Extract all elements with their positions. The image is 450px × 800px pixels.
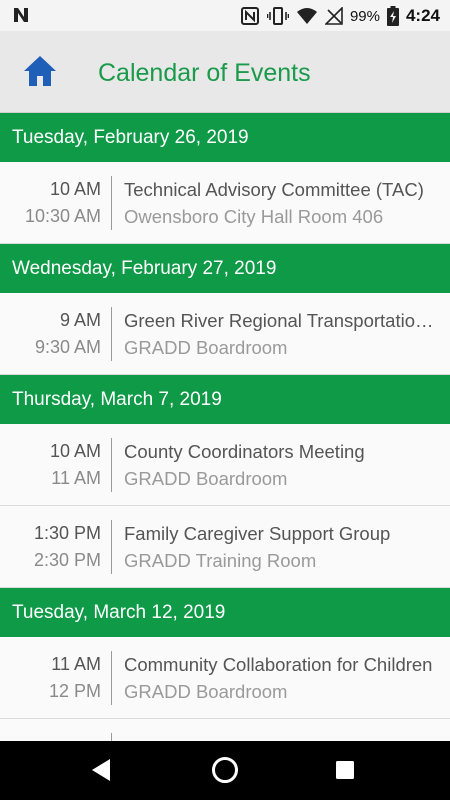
events-list[interactable]: Tuesday, February 26, 2019 10 AM 10:30 A… <box>0 113 450 741</box>
event-end-time: 9:30 AM <box>34 337 101 357</box>
event-location: GRADD Boardroom <box>124 337 288 358</box>
date-header: Wednesday, February 27, 2019 <box>0 244 450 293</box>
event-divider <box>111 307 112 361</box>
app-bar: Calendar of Events <box>0 31 450 113</box>
status-time: 4:24 <box>405 6 440 25</box>
n-logo-icon <box>14 8 28 22</box>
battery-percent: 99% <box>349 7 380 25</box>
no-signal-icon <box>324 7 343 25</box>
recents-button[interactable] <box>330 755 360 785</box>
event-end-time: 12 PM <box>48 681 101 701</box>
event-row-partial[interactable] <box>0 719 450 741</box>
event-location: GRADD Boardroom <box>124 681 288 702</box>
event-title: Community Collaboration for Children <box>124 654 433 675</box>
recents-square-icon <box>336 761 354 779</box>
date-header: Tuesday, March 12, 2019 <box>0 588 450 637</box>
vibrate-icon <box>266 7 289 25</box>
event-divider <box>111 520 112 574</box>
event-start-time: 11 AM <box>51 654 101 674</box>
event-start-time: 9 AM <box>59 310 101 330</box>
event-location: GRADD Boardroom <box>124 468 288 489</box>
event-row[interactable]: 11 AM 12 PM Community Collaboration for … <box>0 637 450 719</box>
event-start-time: 1:30 PM <box>33 523 101 543</box>
event-start-time: 10 AM <box>49 179 101 199</box>
event-divider <box>111 176 112 230</box>
event-row[interactable]: 10 AM 10:30 AM Technical Advisory Commit… <box>0 162 450 244</box>
date-header: Thursday, March 7, 2019 <box>0 375 450 424</box>
date-header: Tuesday, February 26, 2019 <box>0 113 450 162</box>
event-title: Technical Advisory Committee (TAC) <box>124 179 424 200</box>
battery-charging-icon <box>386 6 399 26</box>
back-button[interactable] <box>86 755 116 785</box>
event-start-time: 10 AM <box>49 441 101 461</box>
wifi-icon <box>296 8 317 24</box>
event-end-time: 11 AM <box>51 468 101 488</box>
home-icon <box>24 56 56 86</box>
back-triangle-icon <box>92 759 110 781</box>
status-bar: 99% 4:24 <box>0 0 450 31</box>
status-icons: 99% 4:24 <box>240 5 440 27</box>
event-row[interactable]: 9 AM 9:30 AM Green River Regional Transp… <box>0 293 450 375</box>
event-divider <box>111 733 112 741</box>
home-button[interactable] <box>22 53 58 89</box>
nfc-icon <box>240 7 259 25</box>
event-title: County Coordinators Meeting <box>124 441 365 462</box>
event-title: Green River Regional Transportation Comm… <box>124 310 438 331</box>
system-home-button[interactable] <box>210 755 240 785</box>
event-location: GRADD Training Room <box>124 550 317 571</box>
event-title: Family Caregiver Support Group <box>124 523 391 544</box>
event-row[interactable]: 1:30 PM 2:30 PM Family Caregiver Support… <box>0 506 450 588</box>
event-divider <box>111 651 112 705</box>
event-end-time: 10:30 AM <box>24 206 101 226</box>
event-end-time: 2:30 PM <box>33 550 101 570</box>
event-divider <box>111 438 112 492</box>
event-location: Owensboro City Hall Room 406 <box>124 206 384 227</box>
event-row[interactable]: 10 AM 11 AM County Coordinators Meeting … <box>0 424 450 506</box>
home-circle-icon <box>212 757 238 783</box>
system-nav-bar <box>0 741 450 800</box>
page-title: Calendar of Events <box>98 59 311 87</box>
